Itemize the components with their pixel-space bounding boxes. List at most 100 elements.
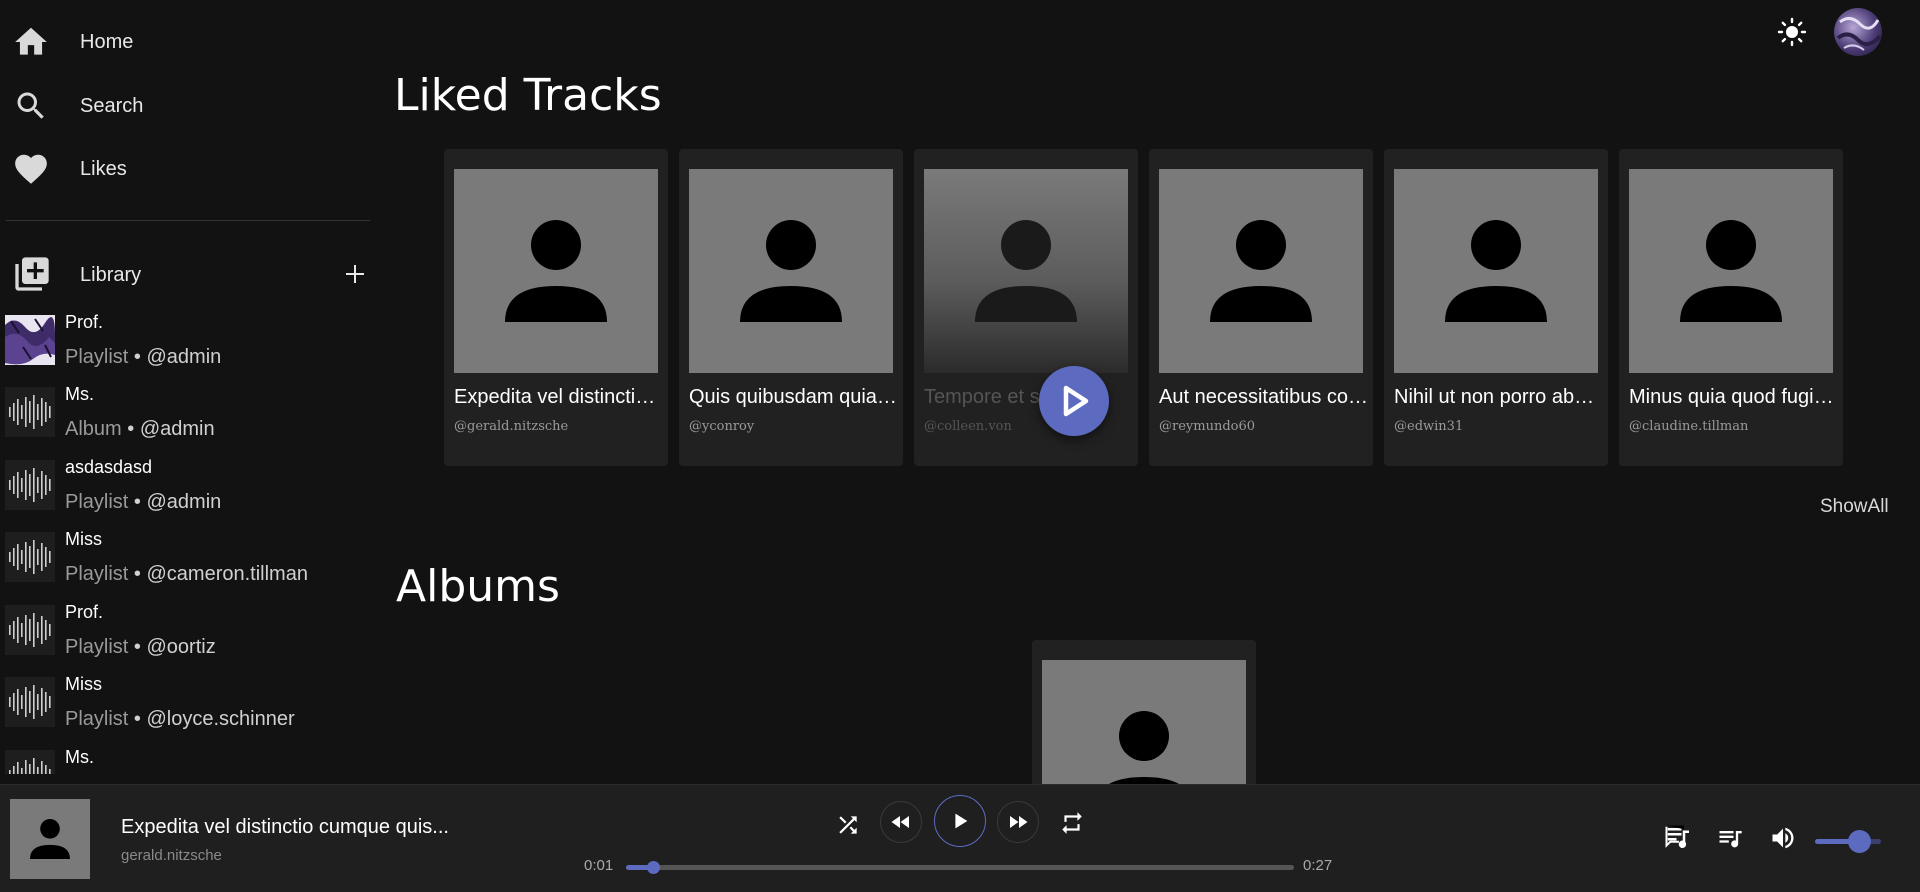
playlist-cover-pattern [5, 315, 55, 365]
elapsed-time: 0:01 [584, 857, 614, 874]
library-item[interactable]: Ms. Album • @admin [0, 380, 370, 452]
nav-home[interactable]: Home [0, 14, 370, 70]
track-card-artist[interactable]: @reymundo60 [1159, 419, 1255, 434]
volume-icon [1772, 827, 1794, 849]
library-item[interactable]: Miss Playlist • @loyce.schinner [0, 670, 370, 742]
previous-button[interactable] [880, 801, 922, 843]
library-item-meta: Playlist • @loyce.schinner [65, 708, 295, 730]
library-item[interactable]: Prof. Playlist • @admin [0, 308, 370, 380]
track-card[interactable]: Minus quia quod fugit… @claudine.tillman [1619, 149, 1843, 466]
library-list: Prof. Playlist • @admin Ms. Album • @adm… [0, 308, 370, 774]
track-card-title: Nihil ut non porro ab… [1394, 386, 1595, 408]
nav-likes[interactable]: Likes [0, 141, 370, 197]
library-item-name: Prof. [65, 602, 104, 622]
waveform-icon [5, 460, 55, 510]
library-item-meta: Album • @admin [65, 418, 215, 440]
nav-home-label: Home [80, 30, 134, 53]
library-item-name: Ms. [65, 384, 94, 404]
track-card-title: Quis quibusdam quia… [689, 386, 897, 408]
shuffle-button[interactable] [828, 805, 868, 845]
sidebar: Home Search Likes Library Prof. Playlist… [0, 0, 370, 784]
liked-tracks-title: Liked Tracks [394, 70, 662, 121]
fast-forward-icon [1010, 816, 1028, 828]
track-card-artist[interactable]: @edwin31 [1394, 419, 1463, 434]
library-item-name: Ms. [65, 747, 94, 767]
card-play-button[interactable] [1039, 366, 1109, 436]
waveform-icon [5, 750, 55, 774]
rewind-icon [891, 816, 909, 828]
play-button[interactable] [934, 795, 986, 847]
show-all-link[interactable]: ShowAll [1820, 496, 1889, 518]
progress-knob[interactable] [646, 861, 660, 874]
sidebar-divider [6, 220, 370, 221]
track-card-title: Aut necessitatibus consequatur [1159, 386, 1369, 408]
player-bar: Expedita vel distinctio cumque quis... g… [0, 784, 1920, 892]
track-card[interactable]: Expedita vel distinctio cumque quis… @ge… [444, 149, 668, 466]
person-placeholder-icon [689, 169, 893, 373]
library-item-name: Miss [65, 674, 102, 694]
user-avatar[interactable] [1834, 8, 1882, 56]
album-card[interactable] [1032, 640, 1256, 800]
waveform-icon [5, 677, 55, 727]
library-item[interactable]: Miss Playlist • @cameron.tillman [0, 525, 370, 597]
track-card[interactable]: Aut necessitatibus consequatur @reymundo… [1149, 149, 1373, 466]
track-card-artist[interactable]: @claudine.tillman [1629, 419, 1748, 434]
library-item-meta: Playlist • @admin [65, 491, 222, 513]
waveform-icon [5, 387, 55, 437]
library-item[interactable]: Ms. [0, 743, 370, 774]
library-label: Library [80, 264, 142, 286]
track-card[interactable]: Nihil ut non porro ab… @edwin31 [1384, 149, 1608, 466]
now-playing-artist[interactable]: gerald.nitzsche [121, 847, 222, 864]
library-header[interactable]: Library [0, 250, 370, 298]
repeat-button[interactable] [1052, 803, 1092, 843]
library-item-meta: Playlist • @admin [65, 346, 222, 368]
queue-icon [1719, 831, 1742, 848]
nav-likes-label: Likes [80, 157, 127, 180]
library-add-icon [12, 254, 52, 294]
now-playing-cover [10, 799, 90, 879]
track-card-title: Minus quia quod fugit… [1629, 386, 1839, 408]
person-placeholder-icon [454, 169, 658, 373]
person-placeholder-icon [1159, 169, 1363, 373]
track-card-artist[interactable]: @gerald.nitzsche [454, 419, 568, 434]
track-card[interactable]: Tempore et s… @colleen.von [914, 149, 1138, 466]
queue-button[interactable] [1713, 821, 1747, 855]
library-item-meta: Playlist • @oortiz [65, 636, 216, 658]
duration-time: 0:27 [1303, 857, 1333, 874]
library-item-name: asdasdasd [65, 457, 153, 477]
search-icon [12, 87, 50, 125]
volume-slider[interactable] [1815, 830, 1881, 853]
volume-knob[interactable] [1848, 830, 1872, 853]
lyrics-icon [1665, 825, 1689, 848]
add-playlist-button[interactable] [340, 259, 370, 289]
person-placeholder-icon [1394, 169, 1598, 373]
track-card[interactable]: Quis quibusdam quia… @yconroy [679, 149, 903, 466]
repeat-icon [1062, 812, 1082, 834]
waveform-icon [5, 532, 55, 582]
now-playing-title[interactable]: Expedita vel distinctio cumque quis... [121, 816, 449, 839]
play-icon [955, 813, 968, 829]
waveform-icon [5, 605, 55, 655]
track-card-artist[interactable]: @colleen.von [924, 419, 1012, 434]
shuffle-icon [839, 816, 857, 834]
play-icon [1063, 385, 1089, 417]
person-placeholder-icon [1629, 169, 1833, 373]
library-item[interactable]: Prof. Playlist • @oortiz [0, 598, 370, 670]
lyrics-button[interactable] [1662, 821, 1696, 855]
nav-search-label: Search [80, 94, 144, 117]
volume-button[interactable] [1766, 821, 1800, 855]
track-card-artist[interactable]: @yconroy [689, 419, 754, 434]
home-icon [12, 23, 50, 61]
person-placeholder-icon [924, 169, 1128, 373]
nav-search[interactable]: Search [0, 78, 370, 134]
heart-icon [12, 150, 50, 188]
library-item-meta: Playlist • @cameron.tillman [65, 563, 308, 585]
progress-slider[interactable] [626, 861, 1294, 874]
library-item[interactable]: asdasdasd Playlist • @admin [0, 453, 370, 525]
person-placeholder-icon [1042, 660, 1246, 800]
library-item-name: Miss [65, 529, 102, 549]
next-button[interactable] [997, 801, 1039, 843]
theme-toggle-sun-icon[interactable] [1772, 14, 1812, 50]
library-item-name: Prof. [65, 312, 104, 332]
albums-title: Albums [396, 561, 560, 612]
